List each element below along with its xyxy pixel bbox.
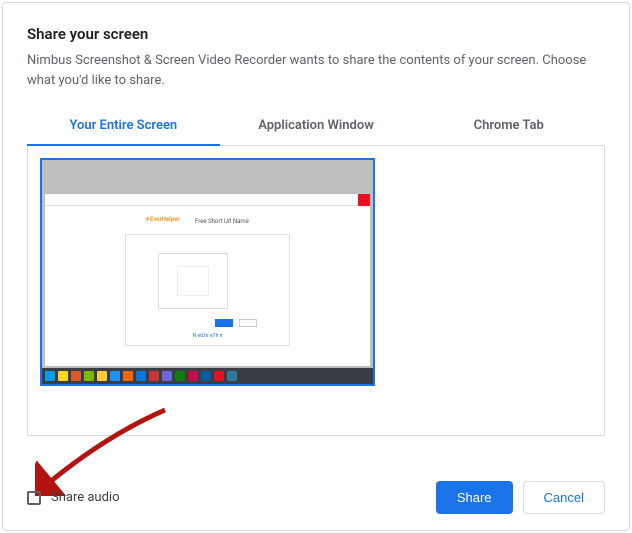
share-screen-dialog: Share your screen Nimbus Screenshot & Sc… — [2, 2, 630, 531]
footer-buttons: Share Cancel — [436, 481, 605, 514]
share-button[interactable]: Share — [436, 481, 513, 514]
cancel-button[interactable]: Cancel — [523, 481, 605, 514]
source-tabs: Your Entire Screen Application Window Ch… — [27, 108, 605, 146]
tab-chrome-tab[interactable]: Chrome Tab — [412, 108, 605, 145]
dialog-footer: Share audio Share Cancel — [27, 481, 605, 514]
screen-preview-area: ✦EverHelper Free Short Url Name N ed.hr … — [27, 146, 605, 436]
dialog-title: Share your screen — [27, 25, 605, 43]
share-audio-option[interactable]: Share audio — [27, 490, 120, 505]
tab-application-window[interactable]: Application Window — [220, 108, 413, 145]
screen-thumbnail[interactable]: ✦EverHelper Free Short Url Name N ed.hr … — [40, 158, 375, 386]
tab-entire-screen[interactable]: Your Entire Screen — [27, 108, 220, 145]
share-audio-label: Share audio — [51, 490, 120, 505]
dialog-description: Nimbus Screenshot & Screen Video Recorde… — [27, 51, 605, 90]
share-audio-checkbox[interactable] — [27, 491, 41, 505]
